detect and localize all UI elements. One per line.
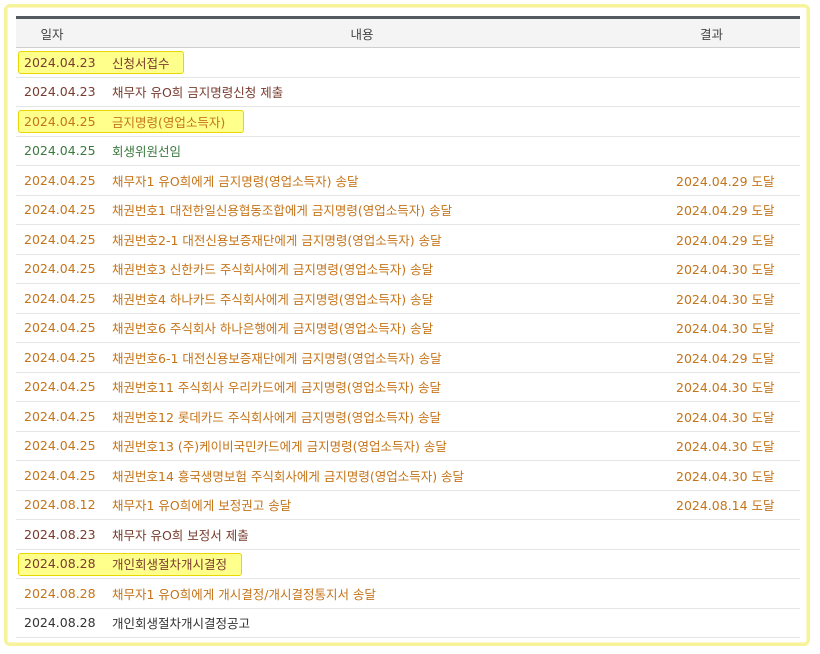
row-result: 2024.04.30 도달 [676,409,775,425]
row-date: 2024.04.25 [24,379,96,395]
table-row: 2024.08.28 개인회생절차개시결정 [16,550,800,579]
row-date: 2024.08.28 [24,556,96,572]
table-row: 2024.08.23 채무자 유O희 보정서 제출 [16,520,800,550]
row-content: 채권번호2-1 대전신용보증재단에게 금지명령(영업소득자) 송달 [112,232,442,248]
table-row: 2024.04.25 채권번호12 롯데카드 주식회사에게 금지명령(영업소득자… [16,402,800,432]
header-result: 결과 [700,26,724,42]
row-date: 2024.04.25 [24,113,96,129]
row-content: 채권번호6-1 대전신용보증재단에게 금지명령(영업소득자) 송달 [112,350,442,366]
row-result: 2024.08.14 도달 [676,498,775,514]
table-row: 2024.04.23 신청서접수 [16,48,800,78]
header-content: 내용 [350,26,374,42]
table-row: 2024.04.25 채권번호1 대전한일신용협동조합에게 금지명령(영업소득자… [16,196,800,225]
row-date: 2024.04.25 [24,349,96,365]
row-date: 2024.04.25 [24,467,96,483]
table-row: 2024.04.23 채무자 유O희 금지명령신청 제출 [16,78,800,107]
row-date: 2024.08.23 [24,526,96,542]
row-date: 2024.08.28 [24,615,96,631]
row-date: 2024.04.25 [24,320,96,336]
row-content: 채권번호4 하나카드 주식회사에게 금지명령(영업소득자) 송달 [112,291,434,307]
table-row: 2024.08.28 채무자1 유O희에게 개시결정/개시결정통지서 송달 [16,579,800,609]
row-content: 금지명령(영업소득자) [112,114,226,130]
table-row: 2024.04.25 채권번호4 하나카드 주식회사에게 금지명령(영업소득자)… [16,284,800,314]
table-row: 2024.08.12 채무자1 유O희에게 보정권고 송달 2024.08.14… [16,491,800,520]
row-result: 2024.04.30 도달 [676,468,775,484]
row-content: 개인회생절차개시결정 [112,557,228,573]
row-result: 2024.04.30 도달 [676,321,775,337]
row-date: 2024.08.28 [24,585,96,601]
table-row: 2024.04.25 채권번호6 주식회사 하나은행에게 금지명령(영업소득자)… [16,314,800,343]
row-date: 2024.08.12 [24,497,96,513]
row-content: 채무자1 유O희에게 개시결정/개시결정통지서 송달 [112,586,376,602]
case-history-table: 일자 내용 결과 2024.04.23 신청서접수 2024.04.23 채무자… [16,16,800,638]
table-row: 2024.04.25 채권번호6-1 대전신용보증재단에게 금지명령(영업소득자… [16,343,800,373]
row-date: 2024.04.25 [24,408,96,424]
row-result: 2024.04.30 도달 [676,291,775,307]
row-content: 채권번호14 흥국생명보험 주식회사에게 금지명령(영업소득자) 송달 [112,468,465,484]
row-result: 2024.04.30 도달 [676,439,775,455]
row-content: 채무자 유O희 금지명령신청 제출 [112,85,284,101]
row-content: 채무자 유O희 보정서 제출 [112,527,249,543]
row-content: 채권번호12 롯데카드 주식회사에게 금지명령(영업소득자) 송달 [112,409,442,425]
row-content: 개인회생절차개시결정공고 [112,616,251,632]
row-date: 2024.04.25 [24,231,96,247]
row-result: 2024.04.29 도달 [676,232,775,248]
row-result: 2024.04.30 도달 [676,262,775,278]
row-content: 채무자1 유O희에게 금지명령(영업소득자) 송달 [112,173,359,189]
row-content: 회생위원선임 [112,144,182,160]
row-result: 2024.04.30 도달 [676,380,775,396]
table-row: 2024.04.25 금지명령(영업소득자) [16,107,800,137]
row-date: 2024.04.23 [24,54,96,70]
row-content: 신청서접수 [112,55,170,71]
table-row: 2024.04.25 채권번호2-1 대전신용보증재단에게 금지명령(영업소득자… [16,225,800,255]
row-date: 2024.04.25 [24,202,96,218]
row-date: 2024.04.25 [24,438,96,454]
header-date: 일자 [40,26,64,42]
row-content: 채무자1 유O희에게 보정권고 송달 [112,498,292,514]
row-content: 채권번호11 주식회사 우리카드에게 금지명령(영업소득자) 송달 [112,380,442,396]
row-date: 2024.04.25 [24,261,96,277]
row-date: 2024.04.25 [24,172,96,188]
table-row: 2024.08.28 개인회생절차개시결정공고 [16,609,800,638]
row-date: 2024.04.23 [24,84,96,100]
row-result: 2024.04.29 도달 [676,203,775,219]
table-row: 2024.04.25 채권번호3 신한카드 주식회사에게 금지명령(영업소득자)… [16,255,800,284]
table-header: 일자 내용 결과 [16,16,800,48]
row-date: 2024.04.25 [24,290,96,306]
row-result: 2024.04.29 도달 [676,350,775,366]
table-row: 2024.04.25 채권번호11 주식회사 우리카드에게 금지명령(영업소득자… [16,373,800,402]
table-row: 2024.04.25 채권번호13 (주)케이비국민카드에게 금지명령(영업소득… [16,432,800,461]
table-row: 2024.04.25 채권번호14 흥국생명보험 주식회사에게 금지명령(영업소… [16,461,800,491]
row-date: 2024.04.25 [24,143,96,159]
row-result: 2024.04.29 도달 [676,173,775,189]
table-row: 2024.04.25 채무자1 유O희에게 금지명령(영업소득자) 송달 202… [16,166,800,196]
row-content: 채권번호3 신한카드 주식회사에게 금지명령(영업소득자) 송달 [112,262,434,278]
table-row: 2024.04.25 회생위원선임 [16,137,800,166]
row-content: 채권번호1 대전한일신용협동조합에게 금지명령(영업소득자) 송달 [112,203,453,219]
row-content: 채권번호6 주식회사 하나은행에게 금지명령(영업소득자) 송달 [112,321,434,337]
row-content: 채권번호13 (주)케이비국민카드에게 금지명령(영업소득자) 송달 [112,439,447,455]
